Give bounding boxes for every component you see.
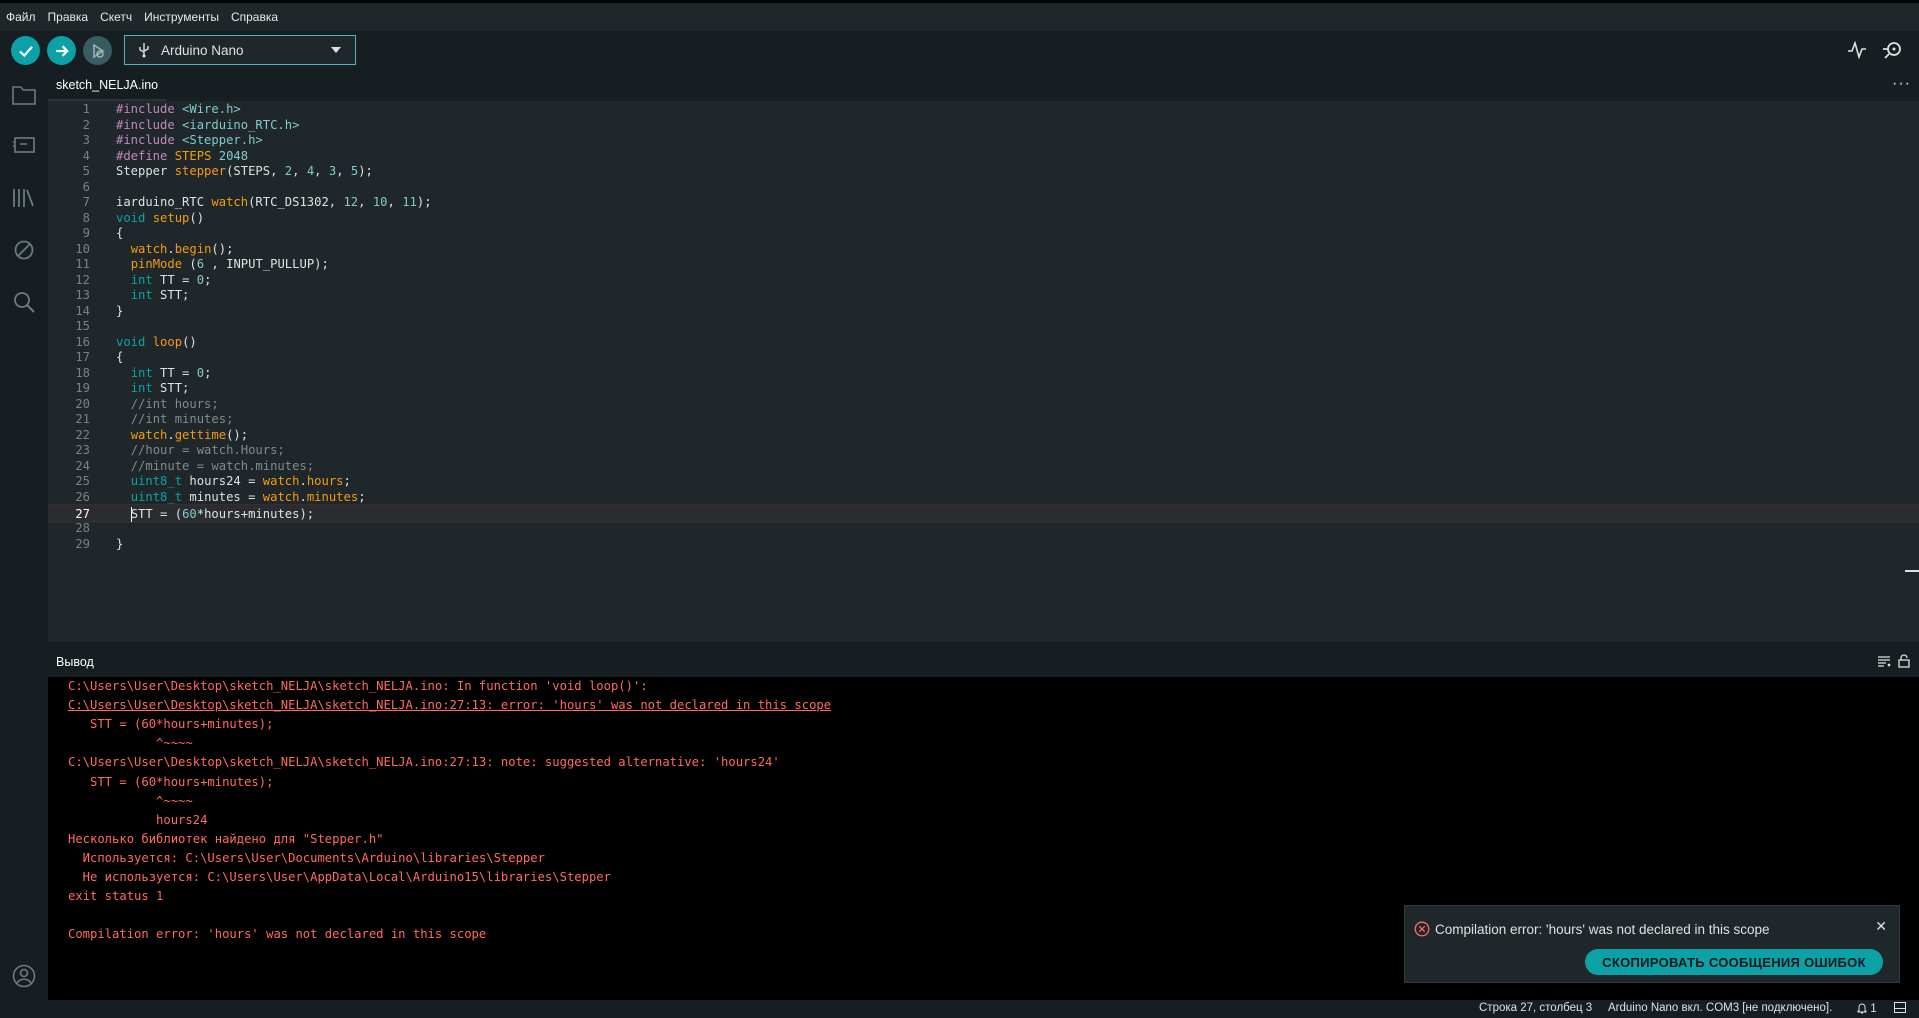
output-line: ^~~~~ [68, 736, 193, 751]
output-line: C:\Users\User\Desktop\sketch_NELJA\sketc… [68, 679, 648, 693]
toolbar: Arduino Nano [0, 31, 1919, 71]
account-icon [12, 964, 36, 988]
line-number: 29 [75, 536, 90, 551]
output-line: Используется: C:\Users\User\Documents\Ar… [68, 850, 545, 865]
editor-tab-bar: sketch_NELJA.ino ··· [48, 71, 1919, 101]
output-panel-header: Вывод [48, 646, 1919, 677]
menu-help[interactable]: Справка [231, 10, 278, 24]
output-line: Compilation error: 'hours' was not decla… [68, 927, 487, 942]
plotter-icon [1848, 41, 1866, 59]
error-circle-icon [1414, 921, 1430, 937]
board-selector[interactable]: Arduino Nano [124, 35, 356, 65]
serial-monitor-button[interactable] [1882, 39, 1904, 61]
code-text[interactable]: } [116, 535, 123, 554]
verify-button[interactable] [11, 36, 40, 65]
search-icon [14, 292, 35, 313]
account-button[interactable] [11, 963, 37, 989]
copy-errors-button[interactable]: СКОПИРОВАТЬ СООБЩЕНИЯ ОШИБОК [1585, 949, 1883, 975]
menu-tools[interactable]: Инструменты [144, 10, 219, 24]
menu-sketch[interactable]: Скетч [100, 10, 132, 24]
debug-icon [14, 240, 34, 260]
folder-icon [12, 86, 36, 105]
status-bar: Строка 27, столбец 3 Arduino Nano вкл. C… [0, 1000, 1919, 1018]
usb-icon [139, 43, 149, 58]
notification-count: 1 [1870, 1003, 1877, 1015]
output-line: STT = (60*hours+minutes); [68, 717, 274, 732]
error-notification: Compilation error: 'hours' was not decla… [1404, 905, 1900, 983]
notification-message: Compilation error: 'hours' was not decla… [1435, 922, 1770, 937]
output-line: exit status 1 [68, 889, 164, 904]
output-line: ^~~~~ [68, 793, 193, 808]
debug-icon [92, 43, 104, 58]
scrollbar-marker[interactable] [1905, 570, 1919, 572]
output-title: Вывод [56, 654, 94, 669]
debug-button[interactable] [83, 36, 112, 65]
debug-panel-button[interactable] [11, 237, 37, 263]
close-icon[interactable]: ✕ [1875, 918, 1887, 935]
bell-icon [1857, 1003, 1867, 1014]
output-line: C:\Users\User\Desktop\sketch_NELJA\sketc… [68, 755, 780, 770]
code-editor[interactable]: 1 #include <Wire.h> 2 #include <iarduino_RT… [48, 101, 1919, 642]
output-line[interactable]: C:\Users\User\Desktop\sketch_NELJA\sketc… [68, 696, 831, 715]
serial-plotter-button[interactable] [1846, 39, 1868, 61]
code-line[interactable]: 29} [48, 535, 1919, 554]
tab-sketch[interactable]: sketch_NELJA.ino [48, 71, 167, 101]
menu-file[interactable]: Файл [6, 10, 36, 24]
boards-manager-button[interactable] [11, 132, 37, 158]
library-icon [13, 189, 34, 207]
output-line: Не используется: C:\Users\User\AppData\L… [68, 870, 611, 884]
output-toggle-icon[interactable] [1894, 1002, 1906, 1015]
notification-bell[interactable]: 1 [1857, 1002, 1877, 1015]
checkmark-icon [18, 45, 33, 57]
monitor-icon [1883, 42, 1901, 59]
clear-output-icon[interactable] [1877, 654, 1891, 668]
cursor-position[interactable]: Строка 27, столбец 3 [1479, 1002, 1592, 1014]
board-icon [13, 137, 35, 153]
output-line: hours24 [68, 812, 208, 827]
library-manager-button[interactable] [11, 185, 37, 211]
upload-button[interactable] [47, 36, 76, 65]
activity-sidebar [0, 71, 48, 1018]
menu-bar: Файл Правка Скетч Инструменты Справка [0, 0, 1919, 31]
arrow-right-icon [55, 44, 69, 57]
menu-edit[interactable]: Правка [48, 10, 89, 24]
more-options-icon[interactable]: ··· [1892, 75, 1911, 93]
output-line: Несколько библиотек найдено для "Stepper… [68, 831, 384, 846]
board-name: Arduino Nano [161, 42, 244, 58]
output-line: STT = (60*hours+minutes); [68, 774, 274, 789]
search-button[interactable] [11, 289, 37, 315]
board-status[interactable]: Arduino Nano вкл. COM3 [не подключено]. [1608, 1002, 1832, 1014]
chevron-down-icon [331, 47, 341, 53]
lock-scroll-icon[interactable] [1897, 654, 1911, 668]
sketchbook-button[interactable] [11, 82, 37, 108]
